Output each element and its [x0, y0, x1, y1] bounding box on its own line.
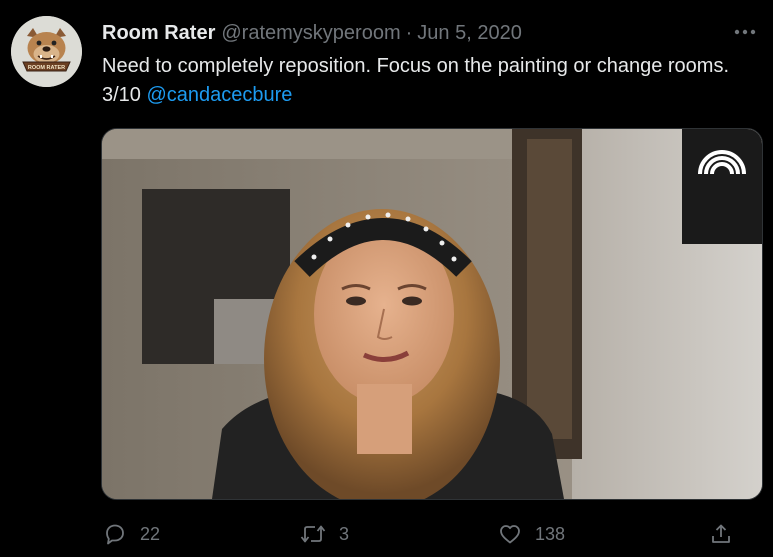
tweet-actions: 22 3 138 — [0, 516, 773, 552]
retweet-arrows-icon — [300, 525, 326, 543]
more-horizontal-icon — [734, 29, 756, 35]
header-separator: · — [405, 21, 413, 44]
user-handle[interactable]: @ratemyskyperoom — [221, 22, 400, 45]
mention-link[interactable]: @candacecbure — [146, 84, 292, 106]
like-button[interactable]: 138 — [498, 516, 565, 552]
avatar[interactable]: ROOM RATER — [11, 16, 82, 87]
retweet-button[interactable]: 3 — [300, 516, 349, 552]
like-count: 138 — [535, 523, 566, 544]
more-options-button[interactable] — [732, 20, 758, 44]
share-upload-icon — [712, 524, 730, 543]
share-button[interactable] — [709, 516, 733, 552]
heart-icon — [500, 525, 520, 544]
reply-button[interactable]: 22 — [103, 516, 160, 552]
display-name[interactable]: Room Rater — [102, 22, 215, 45]
tweet-text: Need to completely reposition. Focus on … — [102, 52, 752, 110]
tweet-header: Room Rater @ratemyskyperoom · Jun 5, 202… — [102, 20, 522, 46]
avatar-badge-text: ROOM RATER — [28, 65, 65, 71]
tweet-date[interactable]: Jun 5, 2020 — [417, 22, 522, 45]
tweet: ROOM RATER Room Rater @ratemyskyperoom ·… — [0, 0, 773, 557]
reply-count: 22 — [140, 523, 161, 544]
reply-bubble-icon — [106, 524, 124, 545]
bulldog-logo-icon: ROOM RATER — [11, 16, 82, 87]
video-thumbnail — [102, 129, 762, 499]
tweet-media[interactable] — [101, 128, 763, 500]
retweet-count: 3 — [339, 523, 350, 544]
